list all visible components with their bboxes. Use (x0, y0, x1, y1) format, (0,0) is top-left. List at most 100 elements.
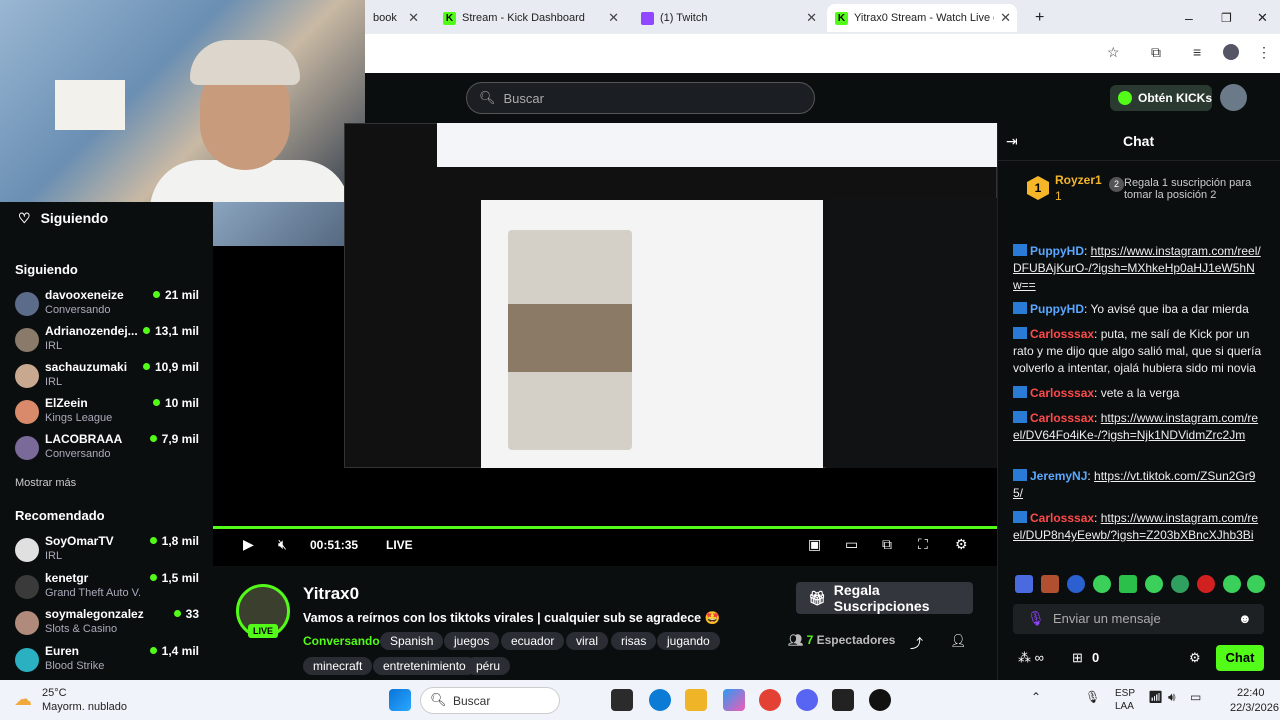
weather-icon[interactable]: ☁ (14, 689, 32, 710)
wifi-icon[interactable]: 📶︎ (1148, 690, 1163, 704)
share-icon[interactable]: ⤴ (910, 633, 923, 652)
minimize-icon[interactable]: – (1177, 4, 1201, 32)
chevron-up-icon[interactable]: ⌃ (1031, 690, 1041, 704)
user-avatar[interactable] (1220, 84, 1247, 111)
new-tab-button[interactable]: + (1027, 4, 1052, 32)
clip-icon[interactable]: ▣ (808, 536, 821, 553)
search-input[interactable]: 🔍︎ Buscar (466, 82, 815, 114)
sidebar-item-sachauzumaki[interactable]: sachauzumaki IRL 10,9 mil (15, 360, 205, 396)
emote-icon[interactable] (1223, 575, 1241, 593)
tag-juegos[interactable]: juegos (444, 632, 500, 650)
keyboard-layout[interactable]: LAA (1115, 701, 1134, 712)
profile-avatar[interactable] (1223, 44, 1239, 60)
bookmark-star-icon[interactable]: ☆ (1107, 44, 1120, 61)
tab-kick-dashboard[interactable]: K Stream - Kick Dashboard ✕ (435, 4, 625, 32)
windows-start-icon[interactable] (389, 689, 411, 711)
file-explorer-icon[interactable] (685, 689, 707, 711)
top-donor-banner[interactable]: 1 Royzer1 1 2 Regala 1 suscripción para … (1013, 165, 1263, 213)
tab-yitrax-stream[interactable]: K Yitrax0 Stream - Watch Live on ✕ (827, 4, 1017, 32)
fullscreen-icon[interactable]: ⛶ (918, 536, 928, 553)
emoji-icon[interactable]: ☻ (1238, 611, 1252, 626)
media-icon[interactable]: ≡ (1193, 44, 1201, 60)
sidebar-item-davooxeneize[interactable]: davooxeneize Conversando 21 mil (15, 288, 205, 324)
gift-inventory-icon[interactable]: ⊞ (1072, 650, 1083, 666)
extensions-icon[interactable]: ⧉ (1151, 44, 1161, 61)
tag-jugando[interactable]: jugando (657, 632, 720, 650)
gift-subs-button[interactable]: 🎁︎ Regala Suscripciones (796, 582, 973, 614)
close-icon[interactable]: ✕ (806, 10, 817, 26)
emote-icon[interactable] (1171, 575, 1189, 593)
emote-icon[interactable] (1197, 575, 1215, 593)
following-heading[interactable]: ♡ Siguiendo (18, 210, 108, 227)
rank-two-icon: 2 (1109, 177, 1124, 192)
tag-ecuador[interactable]: ecuador (501, 632, 565, 650)
maximize-icon[interactable]: ❐ (1213, 4, 1240, 32)
emote-icon[interactable] (1041, 575, 1059, 593)
avatar (15, 575, 39, 599)
sidebar-item-elzeein[interactable]: ElZeein Kings League 10 mil (15, 396, 205, 432)
tag-viral[interactable]: viral (566, 632, 609, 650)
tag-minecraft[interactable]: minecraft (303, 657, 373, 675)
taskbar-date[interactable]: 22/3/2026 (1230, 702, 1279, 714)
task-view-icon[interactable] (611, 689, 633, 711)
tab-facebook[interactable]: book ✕ (365, 4, 425, 32)
discord-icon[interactable] (796, 689, 818, 711)
close-icon[interactable]: ✕ (408, 10, 419, 26)
tag-entretenimiento[interactable]: entretenimiento (373, 657, 476, 675)
channel-name[interactable]: Yitrax0 (303, 584, 359, 604)
tag-spanish[interactable]: Spanish (380, 632, 444, 650)
close-icon[interactable]: ✕ (1000, 10, 1011, 26)
chat-message-input[interactable]: Enviar un mensaje (1013, 604, 1264, 634)
edge-icon[interactable] (649, 689, 671, 711)
badge-icon (1013, 327, 1027, 339)
video-progress-bar[interactable] (213, 526, 997, 529)
obs-icon[interactable] (869, 689, 891, 711)
sidebar-item-adrianozendejas[interactable]: Adrianozendej... IRL 13,1 mil (15, 324, 205, 360)
sidebar-item-euren[interactable]: Euren Blood Strike 1,4 mil (15, 644, 205, 680)
battery-icon[interactable]: ▭ (1190, 690, 1201, 704)
play-icon[interactable]: ▶ (243, 536, 254, 553)
volume-mute-icon[interactable]: 🔇︎ (278, 536, 287, 553)
send-chat-button[interactable]: Chat (1216, 645, 1264, 671)
emote-icon[interactable] (1145, 575, 1163, 593)
points-icon[interactable]: ⁂ ∞ (1018, 650, 1044, 666)
sidebar-item-kenetgr[interactable]: kenetgr Grand Theft Auto V... 1,5 mil (15, 571, 205, 607)
microphone-tray-icon[interactable]: 🎙︎ (1085, 690, 1100, 704)
emote-icon[interactable] (1067, 575, 1085, 593)
tag-risas[interactable]: risas (611, 632, 657, 650)
points-count: 0 (1092, 650, 1100, 665)
chrome-icon[interactable] (759, 689, 781, 711)
emote-icon[interactable] (1093, 575, 1111, 593)
sidebar-item-soymalegonzalez[interactable]: soymalegonzalez Slots & Casino 33 (15, 607, 205, 643)
pip-icon[interactable]: ⧉ (882, 536, 892, 553)
emote-icon[interactable] (1119, 575, 1137, 593)
language-code[interactable]: ESP (1115, 688, 1135, 699)
tab-twitch[interactable]: (1) Twitch ✕ (633, 4, 823, 32)
settings-gear-icon[interactable]: ⚙ (955, 536, 968, 553)
stream-category[interactable]: Conversando (303, 634, 380, 648)
follow-user-icon[interactable]: 👤︎ (950, 633, 967, 649)
microphone-icon[interactable]: 🎙︎ (1027, 610, 1045, 627)
sidebar-item-soyomartv[interactable]: SoyOmarTV IRL 1,8 mil (15, 534, 205, 570)
get-kicks-button[interactable]: Obtén KICKs (1110, 85, 1212, 111)
menu-dots-icon[interactable]: ⋮ (1257, 44, 1271, 61)
volume-icon[interactable]: 🔊︎ (1168, 690, 1176, 705)
chat-message: Carlosssax: puta, me salí de Kick por un… (1013, 327, 1262, 375)
show-more-link[interactable]: Mostrar más (15, 477, 76, 489)
chat-settings-icon[interactable]: ⚙ (1189, 650, 1201, 666)
window-close-icon[interactable]: ✕ (1249, 4, 1276, 32)
theater-mode-icon[interactable]: ▭ (845, 536, 858, 553)
sidebar: ♡ Siguiendo Siguiendo davooxeneize Conver… (0, 202, 213, 680)
copilot-icon[interactable] (723, 689, 745, 711)
sidebar-item-lacobraaa[interactable]: LACOBRAAA Conversando 7,9 mil (15, 432, 205, 468)
collapse-chat-icon[interactable]: ⇥ (1006, 133, 1018, 150)
close-icon[interactable]: ✕ (608, 10, 619, 26)
avatar (15, 292, 39, 316)
emote-icon[interactable] (1015, 575, 1033, 593)
tag-peru[interactable]: péru (466, 657, 511, 675)
taskbar-time[interactable]: 22:40 (1237, 687, 1265, 699)
search-icon: 🔍︎ (430, 692, 447, 707)
avatar (15, 364, 39, 388)
capcut-icon[interactable] (832, 689, 854, 711)
emote-icon[interactable] (1247, 575, 1265, 593)
